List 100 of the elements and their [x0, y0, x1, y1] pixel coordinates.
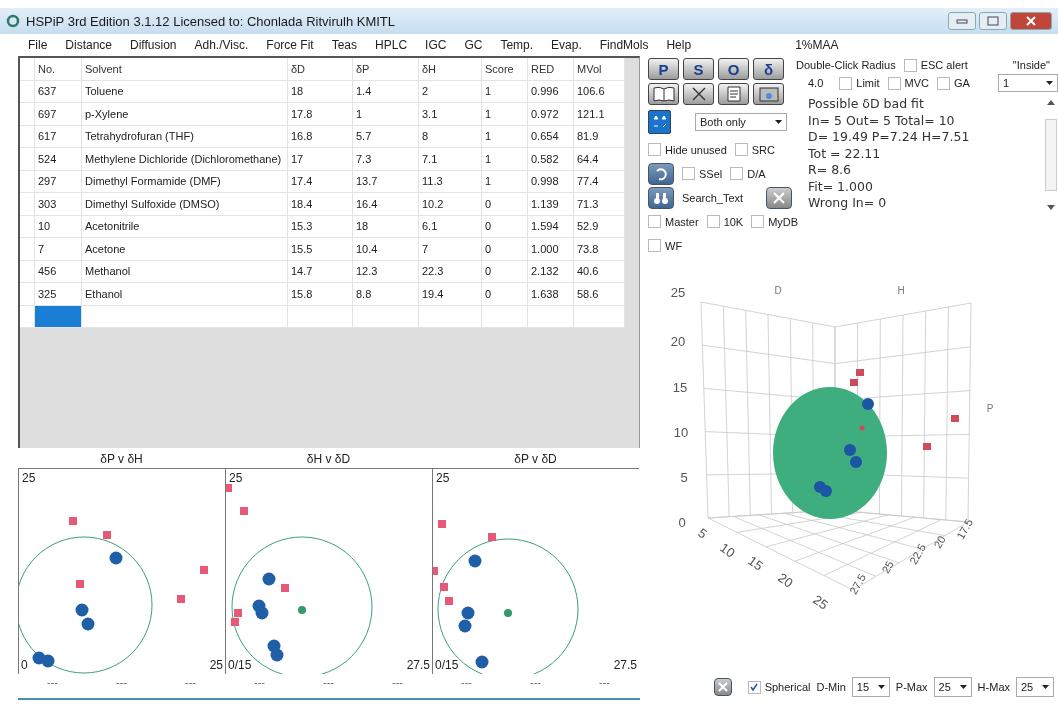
checkbox[interactable]	[648, 239, 661, 252]
menu-item[interactable]: GC	[464, 38, 483, 52]
photo-button[interactable]	[753, 83, 784, 105]
menu-item[interactable]: File	[28, 38, 48, 52]
center-point	[859, 425, 865, 431]
table-cell: 0.998	[527, 170, 574, 193]
tool-button[interactable]: O	[718, 58, 749, 80]
tool-button[interactable]: δ	[753, 58, 784, 80]
checkbox[interactable]	[937, 76, 950, 90]
window-title: HSPiP 3rd Edition 3.1.12 Licensed to: Chonlada Ritvirulh KMITL	[26, 13, 395, 29]
table-cell: 1	[481, 102, 528, 125]
display-select[interactable]: Both only	[695, 113, 787, 131]
checkbox[interactable]	[751, 215, 765, 228]
checkbox[interactable]	[903, 58, 917, 72]
tool-button[interactable]: S	[683, 58, 714, 80]
menu-item[interactable]: IGC	[425, 38, 447, 52]
clear-button[interactable]	[683, 83, 714, 105]
zoom-fit-button[interactable]	[648, 110, 671, 134]
table-cell: 0	[481, 260, 528, 283]
table-cell: 19.4	[418, 282, 482, 305]
undo-button[interactable]	[648, 162, 674, 185]
checkbox-label: MVC	[904, 77, 929, 89]
table-cell: 2.132	[527, 260, 574, 283]
checkbox[interactable]	[734, 143, 748, 156]
axis-label: 25	[436, 471, 450, 485]
table-cell: 58.6	[573, 282, 625, 305]
book-button[interactable]	[648, 83, 679, 105]
table-cell: 7	[418, 237, 482, 260]
scroll-down-icon	[1047, 205, 1055, 210]
scroll-thumb[interactable]	[1045, 119, 1057, 191]
plot-title: δP v δH	[99, 452, 144, 468]
table-cell: Ethanol	[81, 282, 288, 305]
non-solvent-point	[103, 531, 111, 539]
checkbox-label: Limit	[856, 77, 880, 89]
minimize-button[interactable]	[948, 12, 976, 30]
checkbox[interactable]	[747, 680, 761, 694]
axis-tick: 5	[680, 470, 688, 485]
menu-item[interactable]: Adh./Visc.	[194, 38, 249, 52]
checkbox[interactable]	[682, 167, 695, 180]
column-header[interactable]: Solvent	[81, 58, 288, 80]
close-icon	[1025, 16, 1037, 26]
reset-button[interactable]	[713, 678, 732, 696]
inside-select[interactable]: 1	[998, 74, 1058, 92]
checkbox-label: Spherical	[764, 681, 811, 693]
scroll-up-icon	[1047, 100, 1055, 105]
checkbox-label: D/A	[747, 167, 766, 180]
photo-icon	[758, 86, 779, 102]
center-point	[298, 606, 306, 614]
field-label: P-Max	[895, 681, 928, 693]
value-select[interactable]: 25	[933, 677, 972, 697]
column-header[interactable]: Score	[481, 58, 528, 80]
menu-item[interactable]: Evap.	[551, 38, 582, 52]
table-cell: 10.2	[418, 192, 482, 215]
caret-icon	[959, 685, 967, 689]
solvent-point	[262, 572, 276, 586]
maximize-button[interactable]	[979, 12, 1007, 30]
column-header[interactable]: No.	[34, 58, 82, 80]
checkbox[interactable]	[730, 167, 744, 180]
result-line: Wrong In= 0	[808, 195, 888, 212]
checkbox[interactable]	[839, 76, 853, 90]
column-header[interactable]: MVol	[573, 58, 625, 80]
menu-item[interactable]: Distance	[65, 38, 113, 52]
column-header[interactable]: RED	[527, 58, 574, 80]
search-button[interactable]	[648, 186, 674, 209]
table-cell: 8	[418, 125, 482, 148]
table-cell: 0.582	[527, 147, 574, 170]
solvent-point	[850, 456, 862, 468]
menu-item[interactable]: Diffusion	[130, 38, 177, 52]
table-cell: 303	[34, 192, 82, 215]
checkbox[interactable]	[887, 76, 901, 90]
clear-search-button[interactable]	[766, 186, 792, 209]
non-solvent-point	[438, 520, 446, 528]
menu-item[interactable]: HPLC	[375, 38, 408, 52]
tool-button[interactable]: P	[648, 58, 679, 80]
checkbox[interactable]	[706, 215, 720, 228]
value-select[interactable]: 25	[1016, 677, 1054, 697]
menu-item[interactable]: Help	[666, 38, 692, 52]
menu-item[interactable]: Force Fit	[266, 38, 314, 52]
notes-button[interactable]	[718, 83, 749, 105]
result-line: In= 5 Out= 5 Total= 10	[808, 112, 956, 129]
checkbox[interactable]	[648, 143, 661, 156]
column-header[interactable]: δD	[287, 58, 353, 80]
axis-tick: 20	[670, 334, 686, 349]
value-select[interactable]: 15	[851, 677, 890, 697]
plot-footer-text: ---	[254, 676, 265, 688]
non-solvent-point	[69, 517, 77, 525]
result-line: Fit= 1.000	[808, 178, 874, 195]
menu-item[interactable]: Teas	[331, 38, 358, 52]
app-icon	[6, 14, 20, 28]
checkbox[interactable]	[648, 215, 661, 228]
axis-label: D	[774, 285, 782, 296]
column-header[interactable]: δP	[352, 58, 419, 80]
radius-label: Double-Click Radius	[796, 59, 896, 71]
close-button[interactable]	[1010, 12, 1052, 30]
column-header[interactable]: δH	[418, 58, 482, 80]
checkbox-label: WF	[665, 239, 683, 252]
menu-item[interactable]: FindMols	[599, 38, 649, 52]
table-cell: 297	[34, 170, 82, 193]
menu-item[interactable]: Temp.	[500, 38, 534, 52]
table-cell: 52.9	[573, 215, 625, 238]
